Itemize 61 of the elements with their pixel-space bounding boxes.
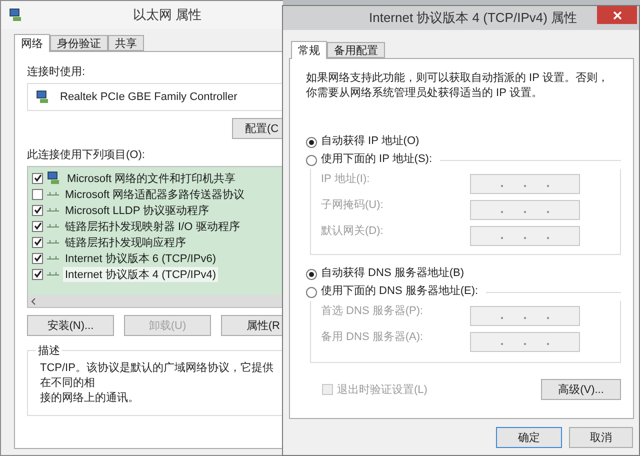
configure-button[interactable]: 配置(C [232,118,282,139]
radio-label: 自动获得 DNS 服务器地址(B) [321,266,464,280]
list-item[interactable]: 链路层拓扑发现响应程序 [63,234,188,250]
list-item[interactable]: Microsoft 网络的文件和打印机共享 [65,170,238,186]
list-item[interactable]: Internet 协议版本 6 (TCP/IPv6) [63,250,218,266]
checkbox[interactable] [32,188,43,200]
protocol-icon [47,254,59,262]
checkbox[interactable] [32,204,43,216]
field-label: 默认网关(D): [321,224,384,238]
radio-button[interactable] [306,136,317,148]
tab[interactable]: 身份验证 [50,35,108,51]
scrollbar[interactable] [28,295,282,307]
radio-label: 自动获得 IP 地址(O) [321,134,420,148]
list-item[interactable]: Microsoft LLDP 协议驱动程序 [63,202,212,218]
field-label: IP 地址(I): [321,172,370,186]
radio-label: 使用下面的 DNS 服务器地址(E): [321,284,478,298]
section-label: 此连接使用下列项目(O): [27,148,145,162]
radio-button[interactable] [306,268,317,280]
checkbox[interactable] [32,236,43,248]
field-label: 首选 DNS 服务器(P): [321,304,424,318]
description-text: 接的网络上的通讯。 [40,391,140,406]
list-item[interactable]: Internet 协议版本 4 (TCP/IPv4) [63,266,218,282]
protocol-icon [47,190,59,198]
radio-button[interactable] [306,286,317,298]
tab[interactable]: 网络 [14,34,50,52]
description-legend: 描述 [36,343,62,358]
dialog-title: Internet 协议版本 4 (TCP/IPv4) 属性 [369,9,578,27]
advanced-button[interactable]: 高级(V)... [541,379,621,400]
ok-button[interactable]: 确定 [496,427,562,448]
intro-text: 如果网络支持此功能，则可以获取自动指派的 IP 设置。否则，你需要从网络系统管理员处获得适当的 IP 设置。 [306,71,610,101]
protocol-icon [47,270,59,278]
protocol-icon [47,222,59,230]
protocol-icon [47,206,59,214]
close-icon [612,10,622,20]
network-adapter-icon [36,90,50,104]
protocol-icon [47,238,59,246]
radio-button[interactable] [306,154,317,166]
adapter-name: Realtek PCIe GBE Family Controller [60,91,238,103]
list-item[interactable]: 链路层拓扑发现映射器 I/O 驱动程序 [63,218,242,234]
cancel-button[interactable]: 取消 [569,427,633,448]
tab[interactable]: 备用配置 [327,42,385,58]
scroll-left-icon[interactable] [31,298,36,304]
close-button[interactable] [597,6,637,24]
field-label: 子网掩码(U): [321,198,384,212]
checkbox[interactable] [32,268,43,280]
section-label: 连接时使用: [27,64,86,79]
tab[interactable]: 常规 [291,41,327,59]
window-title: 以太网 属性 [133,6,202,24]
list-item[interactable]: Microsoft 网络适配器多路传送器协议 [63,186,247,202]
computer-icon [47,171,61,185]
tab[interactable]: 共享 [108,35,144,51]
field-label: 备用 DNS 服务器(A): [321,330,424,344]
radio-label: 使用下面的 IP 地址(S): [321,152,432,166]
checkbox[interactable] [32,252,43,264]
checkbox-label: 退出时验证设置(L) [337,383,428,397]
action-button[interactable]: 安装(N)... [27,315,114,336]
checkbox[interactable] [32,172,43,184]
description-text: TCP/IP。该协议是默认的广域网络协议，它提供在不同的相 [40,361,274,391]
checkbox[interactable] [32,220,43,232]
action-button[interactable]: 属性(R [221,315,282,336]
network-icon [9,8,23,22]
